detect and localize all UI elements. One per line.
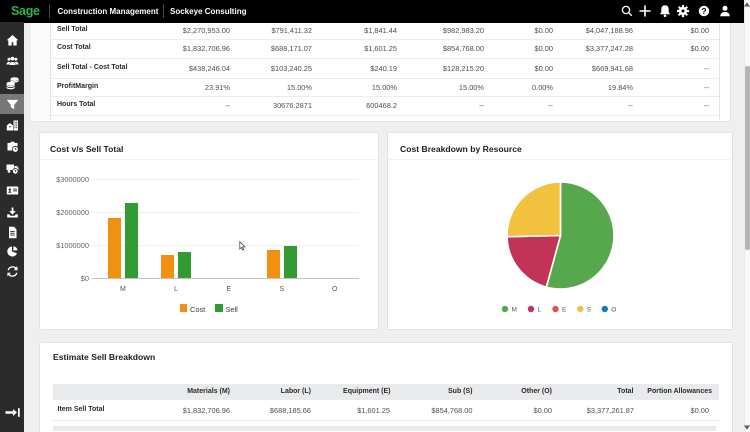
- svg-text:E: E: [562, 307, 567, 314]
- svg-text:M: M: [512, 307, 517, 314]
- svg-text:?: ?: [701, 6, 706, 16]
- svg-text:S: S: [587, 307, 592, 314]
- svg-text:O: O: [611, 307, 616, 314]
- svg-text:L: L: [538, 307, 542, 314]
